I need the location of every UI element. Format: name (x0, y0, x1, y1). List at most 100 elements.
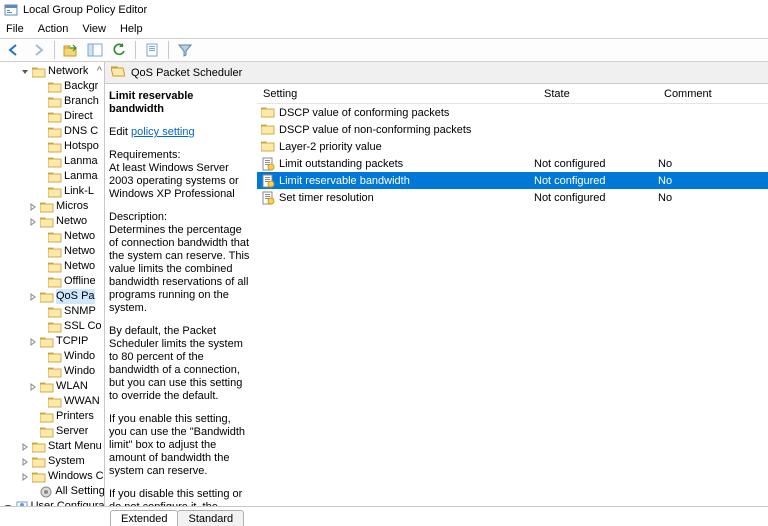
tab-standard[interactable]: Standard (177, 510, 244, 526)
col-state[interactable]: State (538, 88, 658, 100)
tree-item[interactable]: Backgr (2, 79, 104, 94)
folder-icon (48, 276, 62, 288)
tree-item[interactable]: Windo (2, 364, 104, 379)
menu-view[interactable]: View (82, 23, 106, 35)
tree-item[interactable]: Micros (2, 199, 104, 214)
tree-item[interactable]: Netwo (2, 244, 104, 259)
detail-header: QoS Packet Scheduler (105, 62, 768, 84)
folder-icon (32, 471, 46, 483)
folder-icon (48, 126, 62, 138)
tree-item[interactable]: Netwo (2, 214, 104, 229)
expand-toggle-icon[interactable] (28, 338, 38, 346)
col-comment[interactable]: Comment (658, 88, 768, 100)
back-button[interactable] (4, 40, 24, 60)
setting-state: Not configured (534, 192, 654, 204)
tree-item-label: QoS Pa (56, 289, 95, 304)
tree-item[interactable]: Lanma (2, 169, 104, 184)
tree-item-label: Netwo (64, 259, 95, 274)
tree-item[interactable]: WLAN (2, 379, 104, 394)
toolbar-divider-2 (135, 41, 136, 59)
up-folder-button[interactable] (61, 40, 81, 60)
tab-extended[interactable]: Extended (110, 510, 178, 526)
tree-item[interactable]: SNMP (2, 304, 104, 319)
setting-name: Layer-2 priority value (279, 141, 530, 153)
tree-item-label: Windo (64, 364, 95, 379)
setting-row[interactable]: Limit reservable bandwidth Not configured… (257, 172, 768, 189)
setting-state: Not configured (534, 175, 654, 187)
tree-item-label: Hotspo (64, 139, 99, 154)
tree-item[interactable]: Windo (2, 349, 104, 364)
tree-item-label: Backgr (64, 79, 98, 94)
expand-toggle-icon[interactable] (20, 68, 30, 76)
expand-toggle-icon[interactable] (28, 293, 38, 301)
edit-policy-link[interactable]: policy setting (131, 126, 195, 138)
tree-item[interactable]: Lanma (2, 154, 104, 169)
setting-heading: Limit reservable bandwidth (109, 90, 251, 116)
description-para2: By default, the Packet Scheduler limits … (109, 325, 251, 403)
expand-toggle-icon[interactable] (20, 458, 30, 466)
menu-file[interactable]: File (6, 23, 24, 35)
setting-name: Limit reservable bandwidth (279, 175, 530, 187)
tree-item-label: Netwo (64, 229, 95, 244)
expand-toggle-icon[interactable] (20, 443, 30, 451)
filter-button[interactable] (175, 40, 195, 60)
setting-row[interactable]: DSCP value of non-conforming packets (257, 121, 768, 138)
tree-item[interactable]: Printers (2, 409, 104, 424)
tree-item-label: TCPIP (56, 334, 88, 349)
menu-action[interactable]: Action (38, 23, 69, 35)
expand-toggle-icon[interactable] (28, 218, 38, 226)
tree-item-label: SNMP (64, 304, 96, 319)
setting-row[interactable]: Set timer resolutionNot configuredNo (257, 189, 768, 206)
folder-icon (48, 81, 62, 93)
expand-toggle-icon[interactable] (4, 503, 13, 507)
col-setting[interactable]: Setting (257, 88, 538, 100)
tree-item-label: Micros (56, 199, 88, 214)
tree-item[interactable]: Branch (2, 94, 104, 109)
tree-item[interactable]: WWAN (2, 394, 104, 409)
tree-item[interactable]: All Setting (2, 484, 104, 499)
view-tabs: Extended Standard (0, 506, 768, 526)
settings-rows[interactable]: DSCP value of conforming packetsDSCP val… (257, 104, 768, 206)
expand-toggle-icon[interactable] (28, 383, 38, 391)
folder-icon (40, 336, 54, 348)
tree-item[interactable]: Netwo (2, 229, 104, 244)
tree-item-label: Windows C (48, 469, 104, 484)
tree-item-label: Link-L (64, 184, 94, 199)
tree-item[interactable]: System (2, 454, 104, 469)
tree-item[interactable]: SSL Co (2, 319, 104, 334)
show-hide-tree-button[interactable] (85, 40, 105, 60)
tree-item[interactable]: Windows C (2, 469, 104, 484)
tree-item-label: Network (48, 64, 88, 79)
tree-item[interactable]: DNS C (2, 124, 104, 139)
tree-item[interactable]: Link-L (2, 184, 104, 199)
menu-help[interactable]: Help (120, 23, 143, 35)
tree-item[interactable]: Server (2, 424, 104, 439)
tree-item[interactable]: Start Menu (2, 439, 104, 454)
folder-icon (48, 246, 62, 258)
detail-body: Limit reservable bandwidth Edit policy s… (105, 84, 768, 506)
tree-item[interactable]: User Configuratio (2, 499, 104, 506)
tree-item[interactable]: Offline (2, 274, 104, 289)
setting-comment: No (658, 175, 768, 187)
properties-button[interactable] (142, 40, 162, 60)
tree-item[interactable]: Direct (2, 109, 104, 124)
settings-column-header[interactable]: Setting State Comment (257, 84, 768, 104)
tree-item[interactable]: TCPIP (2, 334, 104, 349)
tree-item[interactable]: Netwo (2, 259, 104, 274)
forward-button[interactable] (28, 40, 48, 60)
setting-row[interactable]: DSCP value of conforming packets (257, 104, 768, 121)
setting-row[interactable]: Layer-2 priority value (257, 138, 768, 155)
policy-icon (261, 191, 275, 205)
expand-toggle-icon[interactable] (28, 203, 38, 211)
policy-icon (261, 157, 275, 171)
tree-pane[interactable]: Network^BackgrBranchDirectDNS CHotspoLan… (0, 62, 105, 506)
tree-item-label: User Configuratio (31, 499, 104, 506)
expand-toggle-icon[interactable] (20, 473, 30, 481)
tree-item[interactable]: QoS Pa (2, 289, 104, 304)
tree-item[interactable]: Network^ (2, 64, 104, 79)
tree-item[interactable]: Hotspo (2, 139, 104, 154)
setting-row[interactable]: Limit outstanding packetsNot configuredN… (257, 155, 768, 172)
folder-icon (48, 366, 62, 378)
refresh-button[interactable] (109, 40, 129, 60)
folder-icon (48, 186, 62, 198)
